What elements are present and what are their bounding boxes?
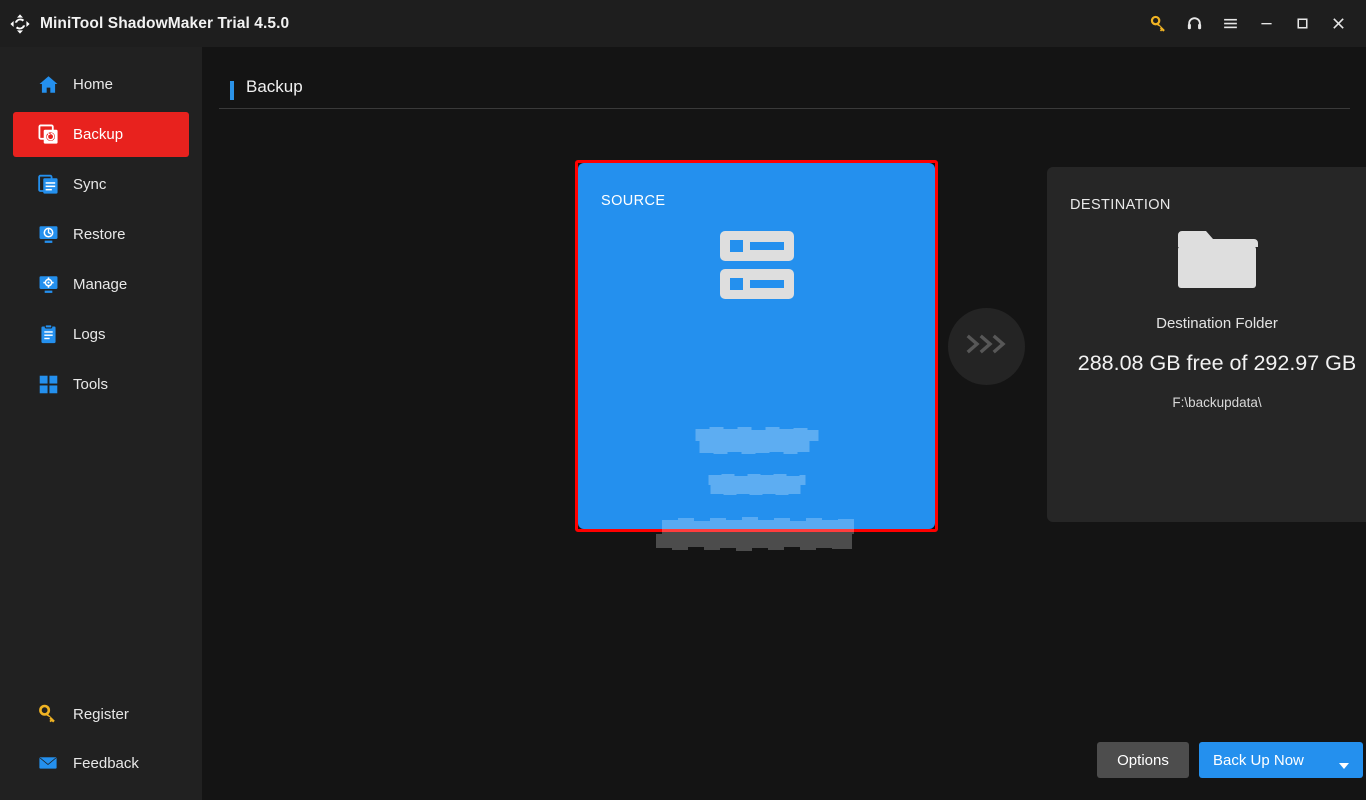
sidebar-item-label: Home (73, 76, 113, 93)
restore-icon (37, 224, 59, 246)
minimize-icon[interactable] (1248, 6, 1284, 42)
page-title-accent-bar (230, 81, 234, 100)
sidebar-item-tools[interactable]: Tools (13, 362, 189, 407)
main-content: Backup SOURCE (202, 47, 1366, 800)
title-bar: MiniTool ShadowMaker Trial 4.5.0 (0, 0, 1366, 47)
options-button[interactable]: Options (1097, 742, 1189, 778)
sidebar-item-label: Tools (73, 376, 108, 393)
folder-icon (1176, 223, 1258, 296)
sidebar-item-home[interactable]: Home (13, 62, 189, 107)
options-button-label: Options (1117, 752, 1169, 769)
sidebar: Home Backup (0, 47, 202, 800)
back-up-now-button[interactable]: Back Up Now (1199, 742, 1363, 778)
sidebar-item-label: Restore (73, 226, 126, 243)
sidebar-item-label: Logs (73, 326, 106, 343)
maximize-icon[interactable] (1284, 6, 1320, 42)
sidebar-item-label: Sync (73, 176, 106, 193)
backup-icon (37, 124, 59, 146)
destination-label: DESTINATION (1070, 197, 1171, 213)
source-label: SOURCE (601, 193, 665, 209)
redacted-source-line-1 (695, 427, 818, 455)
sidebar-nav: Home Backup (0, 62, 202, 412)
close-icon[interactable] (1320, 6, 1356, 42)
sidebar-item-backup[interactable]: Backup (13, 112, 189, 157)
chevrons-right-icon (965, 333, 1009, 360)
sidebar-item-logs[interactable]: Logs (13, 312, 189, 357)
app-logo-icon (8, 12, 32, 36)
source-card[interactable]: SOURCE (578, 163, 935, 529)
back-up-now-label: Back Up Now (1213, 752, 1304, 769)
logs-icon (37, 324, 59, 346)
sidebar-item-label: Backup (73, 126, 123, 143)
page-title: Backup (246, 77, 303, 97)
home-icon (37, 74, 59, 96)
sidebar-item-label: Feedback (73, 755, 139, 772)
sidebar-item-restore[interactable]: Restore (13, 212, 189, 257)
sidebar-item-label: Register (73, 706, 129, 723)
redacted-source-line-3 (656, 514, 858, 556)
redacted-source-line-2 (708, 474, 805, 495)
sidebar-item-feedback[interactable]: Feedback (13, 741, 189, 785)
transfer-arrow-badge (948, 308, 1025, 385)
key-icon (37, 703, 59, 725)
disk-stack-icon (718, 229, 796, 306)
source-highlight-annotation: SOURCE (575, 160, 938, 532)
sidebar-item-sync[interactable]: Sync (13, 162, 189, 207)
app-title: MiniTool ShadowMaker Trial 4.5.0 (40, 15, 289, 33)
sidebar-item-manage[interactable]: Manage (13, 262, 189, 307)
sidebar-item-label: Manage (73, 276, 127, 293)
tools-icon (37, 374, 59, 396)
destination-path: F:\backupdata\ (1047, 395, 1366, 410)
header-divider (219, 108, 1350, 109)
sidebar-item-register[interactable]: Register (13, 692, 189, 736)
destination-card[interactable]: DESTINATION Destination Folder 288.08 GB… (1047, 167, 1366, 522)
destination-capacity: 288.08 GB free of 292.97 GB (1047, 351, 1366, 376)
headset-icon[interactable] (1176, 6, 1212, 42)
sync-icon (37, 174, 59, 196)
key-icon[interactable] (1140, 6, 1176, 42)
manage-icon (37, 274, 59, 296)
caret-down-icon[interactable] (1339, 757, 1349, 774)
action-bar: Options Back Up Now (202, 742, 1366, 782)
destination-folder-title: Destination Folder (1047, 315, 1366, 332)
envelope-icon (37, 752, 59, 774)
hamburger-icon[interactable] (1212, 6, 1248, 42)
app-window: MiniTool ShadowMaker Trial 4.5.0 (0, 0, 1366, 800)
sidebar-bottom-nav: Register Feedback (0, 692, 202, 790)
